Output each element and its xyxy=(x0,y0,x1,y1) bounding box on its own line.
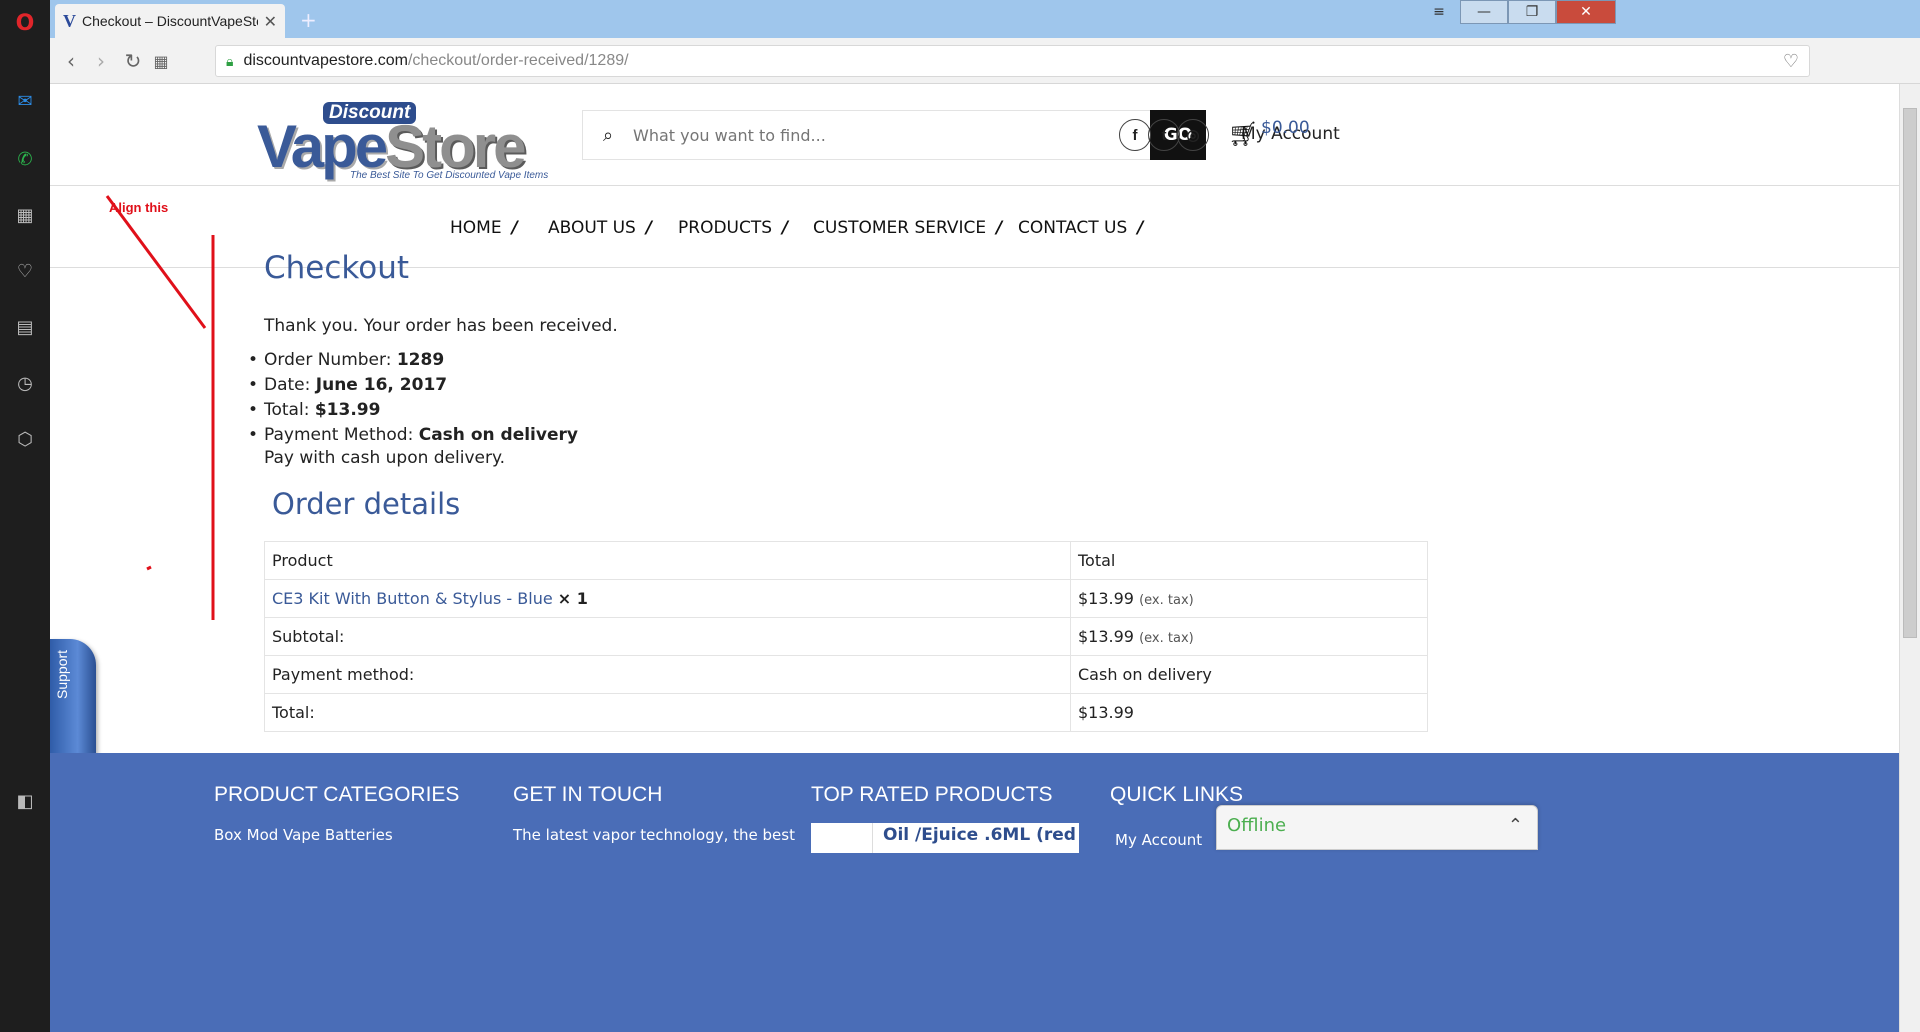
nav-about-us[interactable]: ABOUT US / xyxy=(548,218,652,238)
chat-widget[interactable]: Offline ⌃ xyxy=(1216,805,1538,850)
close-window-icon[interactable]: ✕ xyxy=(1556,0,1616,24)
product-link[interactable]: CE3 Kit With Button & Stylus - Blue xyxy=(272,589,553,608)
heart-icon[interactable]: ♡ xyxy=(12,258,38,284)
minimize-icon[interactable]: — xyxy=(1460,0,1508,24)
footer-get-in-touch-text: The latest vapor technology, the best xyxy=(513,826,795,844)
scrollbar-thumb[interactable] xyxy=(1903,108,1917,638)
nav-products[interactable]: PRODUCTS / xyxy=(678,218,788,238)
order-details-title: Order details xyxy=(272,487,461,521)
cart-total[interactable]: $0.00 xyxy=(1261,118,1310,138)
order-total-item: Total: $13.99 xyxy=(248,398,578,423)
order-date-item: Date: June 16, 2017 xyxy=(248,373,578,398)
messenger-icon[interactable]: ✉ xyxy=(12,88,38,114)
reload-icon[interactable]: ↻ xyxy=(120,48,146,74)
restore-icon[interactable]: ❐ xyxy=(1508,0,1556,24)
item-quantity: × 1 xyxy=(557,589,588,608)
twitter-icon[interactable]: t xyxy=(1148,119,1180,151)
site-footer: PRODUCT CATEGORIES Box Mod Vape Batterie… xyxy=(50,753,1899,1032)
search-icon: ⌕ xyxy=(602,124,614,146)
tab-favicon: V xyxy=(63,10,76,31)
opera-sidebar: O ✉ ✆ ▦ ♡ ▤ ◷ ⬡ ◧ xyxy=(0,0,50,1032)
table-row: CE3 Kit With Button & Stylus - Blue × 1 … xyxy=(264,579,1428,618)
lock-icon: 🔒︎ xyxy=(226,52,234,69)
footer-category-link[interactable]: Box Mod Vape Batteries xyxy=(214,826,393,844)
top-rated-product[interactable]: Oil /Ejuice .6ML (red xyxy=(811,823,1079,853)
tab-bar: V Checkout – DiscountVapeStore ✕ + ≡ — ❐… xyxy=(50,0,1920,38)
web-page: Discount VapeStore The Best Site To Get … xyxy=(50,84,1899,1032)
table-row: Total: $13.99 xyxy=(264,693,1428,732)
payment-method-value: Cash on delivery xyxy=(1070,655,1428,694)
chevron-up-icon[interactable]: ⌃ xyxy=(1508,815,1523,836)
instagram-icon[interactable]: ◎ xyxy=(1177,119,1209,151)
payment-method-label: Payment method: xyxy=(264,655,1071,694)
subtotal-label: Subtotal: xyxy=(264,617,1071,656)
order-details-table: Product Total CE3 Kit With Button & Styl… xyxy=(264,541,1428,732)
history-icon[interactable]: ◷ xyxy=(12,370,38,396)
table-row: Subtotal: $13.99 (ex. tax) xyxy=(264,617,1428,656)
news-icon[interactable]: ▤ xyxy=(12,314,38,340)
search-bar: ⌕ GO xyxy=(582,110,1206,160)
nav-contact-us[interactable]: CONTACT US / xyxy=(1018,218,1143,238)
order-number-item: Order Number: 1289 xyxy=(248,348,578,373)
tab-menu-icon[interactable]: ≡ xyxy=(1422,0,1456,24)
order-overview: Order Number: 1289 Date: June 16, 2017 T… xyxy=(248,348,578,448)
tab-checkout[interactable]: V Checkout – DiscountVapeStore ✕ xyxy=(55,4,285,38)
item-cell: CE3 Kit With Button & Stylus - Blue × 1 xyxy=(264,579,1071,618)
tabs-grid-icon[interactable]: ▦ xyxy=(148,48,174,74)
footer-get-in-touch-title: GET IN TOUCH xyxy=(513,783,663,806)
footer-quick-links-title: QUICK LINKS xyxy=(1110,783,1244,806)
facebook-icon[interactable]: f xyxy=(1119,119,1151,151)
payment-method-item: Payment Method: Cash on delivery xyxy=(248,423,578,448)
subtotal-value: $13.99 (ex. tax) xyxy=(1070,617,1428,656)
whatsapp-icon[interactable]: ✆ xyxy=(12,146,38,172)
url-field[interactable]: 🔒︎ discountvapestore.com/checkout/order-… xyxy=(215,45,1810,77)
sidebar-toggle-icon[interactable]: ◧ xyxy=(12,788,38,814)
address-bar-row: ‹ › ↻ ▦ 🔒︎ discountvapestore.com/checkou… xyxy=(50,38,1920,84)
header-product: Product xyxy=(264,541,1071,580)
table-header-row: Product Total xyxy=(264,541,1428,580)
url-host: discountvapestore.com xyxy=(243,52,408,69)
product-name: Oil /Ejuice .6ML (red xyxy=(883,825,1076,845)
footer-top-rated-title: TOP RATED PRODUCTS xyxy=(811,783,1053,806)
total-label: Total: xyxy=(264,693,1071,732)
nav-home[interactable]: HOME / xyxy=(450,218,518,238)
page-title: Checkout xyxy=(264,250,410,286)
new-tab-icon[interactable]: + xyxy=(300,8,317,32)
total-value: $13.99 xyxy=(1070,693,1428,732)
table-row: Payment method: Cash on delivery xyxy=(264,655,1428,694)
cart-icon[interactable]: 🛒︎ xyxy=(1228,120,1258,148)
speed-dial-icon[interactable]: ▦ xyxy=(12,202,38,228)
product-thumbnail xyxy=(811,823,873,853)
nav-customer-service[interactable]: CUSTOMER SERVICE / xyxy=(813,218,1002,238)
item-total-cell: $13.99 (ex. tax) xyxy=(1070,579,1428,618)
payment-note: Pay with cash upon delivery. xyxy=(264,448,506,468)
extensions-icon[interactable]: ⬡ xyxy=(12,426,38,452)
footer-product-categories-title: PRODUCT CATEGORIES xyxy=(214,783,460,806)
support-label: Support xyxy=(54,649,70,699)
footer-my-account-link[interactable]: My Account xyxy=(1115,831,1202,849)
search-input[interactable] xyxy=(633,111,1150,159)
close-tab-icon[interactable]: ✕ xyxy=(264,12,277,31)
opera-logo-icon[interactable]: O xyxy=(12,10,38,36)
back-icon[interactable]: ‹ xyxy=(58,48,84,74)
tab-title: Checkout – DiscountVapeStore xyxy=(82,13,258,29)
url-path: /checkout/order-received/1289/ xyxy=(407,52,629,69)
forward-icon[interactable]: › xyxy=(88,48,114,74)
page-scrollbar[interactable] xyxy=(1899,84,1920,1032)
bookmark-heart-icon[interactable]: ♡ xyxy=(1783,51,1799,72)
thank-you-message: Thank you. Your order has been received. xyxy=(264,316,618,336)
chat-status: Offline xyxy=(1227,815,1287,836)
header-total: Total xyxy=(1070,541,1428,580)
